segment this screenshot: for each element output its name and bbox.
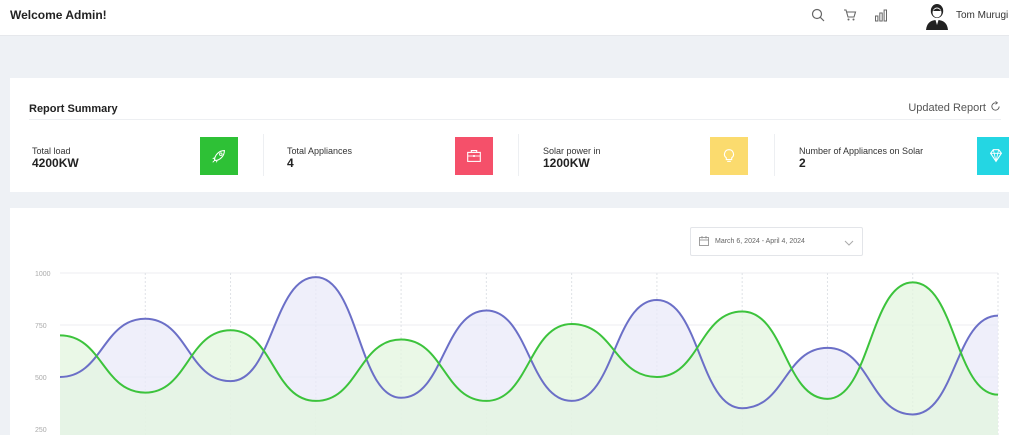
area-chart: 1000 750 500 250 [35, 271, 999, 435]
stat-appliances-on-solar: Number of Appliances on Solar 2 [799, 134, 1009, 180]
stat-value: 4200KW [32, 156, 79, 170]
y-tick-label: 500 [35, 375, 47, 382]
stat-label: Solar power in [543, 146, 601, 156]
stat-divider [263, 134, 264, 176]
stat-divider [774, 134, 775, 176]
stat-label: Number of Appliances on Solar [799, 146, 924, 156]
search-icon[interactable] [809, 6, 827, 24]
rocket-icon [200, 137, 238, 175]
y-tick-label: 750 [35, 323, 47, 330]
y-tick-label: 250 [35, 427, 47, 434]
updated-report-label: Updated Report [908, 102, 986, 114]
summary-divider [29, 119, 1001, 120]
stat-value: 1200KW [543, 156, 590, 170]
stat-label: Total load [32, 146, 71, 156]
user-name: Tom Murugi [956, 10, 1009, 21]
stat-total-load: Total load 4200KW [32, 134, 249, 180]
stat-value: 2 [799, 156, 806, 170]
report-summary-card: Report Summary Updated Report Total load… [10, 78, 1009, 192]
updated-report-button[interactable]: Updated Report [908, 101, 1001, 115]
y-tick-label: 1000 [35, 271, 51, 278]
stat-solar-power: Solar power in 1200KW [543, 134, 760, 180]
refresh-icon [990, 101, 1001, 115]
stat-divider [518, 134, 519, 176]
user-menu[interactable]: Tom Murugi ∨ [956, 10, 1009, 21]
stat-value: 4 [287, 156, 294, 170]
top-bar: Welcome Admin! Tom Murugi ∨ [0, 0, 1009, 36]
report-summary-title: Report Summary [29, 103, 118, 115]
avatar[interactable] [924, 2, 950, 30]
welcome-text: Welcome Admin! [10, 8, 107, 22]
cart-icon[interactable] [841, 6, 859, 24]
bar-chart-icon[interactable] [872, 6, 890, 24]
lightbulb-icon [710, 137, 748, 175]
stat-total-appliances: Total Appliances 4 [287, 134, 504, 180]
briefcase-icon [455, 137, 493, 175]
stat-label: Total Appliances [287, 146, 353, 156]
chart-card: March 6, 2024 - April 4, 2024 1000 750 500… [10, 208, 1009, 435]
diamond-icon [977, 137, 1009, 175]
